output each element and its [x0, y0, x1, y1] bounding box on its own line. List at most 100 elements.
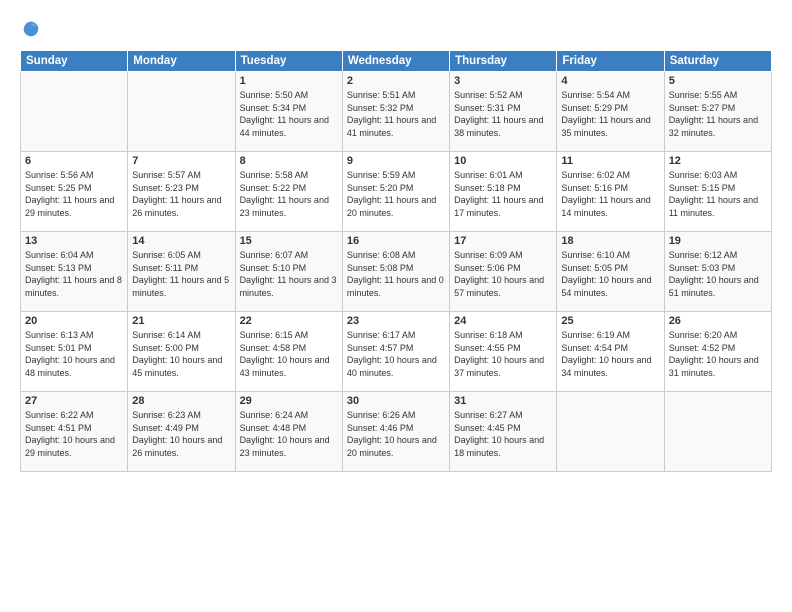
day-number: 4: [561, 75, 659, 87]
day-number: 12: [669, 155, 767, 167]
calendar-cell: 13 Sunrise: 6:04 AM Sunset: 5:13 PM Dayli…: [21, 232, 128, 312]
calendar-cell: 4 Sunrise: 5:54 AM Sunset: 5:29 PM Daylig…: [557, 72, 664, 152]
day-info: Sunrise: 6:15 AM Sunset: 4:58 PM Dayligh…: [240, 329, 338, 379]
day-info: Sunrise: 6:12 AM Sunset: 5:03 PM Dayligh…: [669, 249, 767, 299]
page-header: [20, 18, 772, 40]
weekday-header-tuesday: Tuesday: [235, 51, 342, 72]
calendar-week-1: 1Sunrise: 5:50 AM Sunset: 5:34 PM Daylig…: [21, 72, 772, 152]
calendar-cell: 2 Sunrise: 5:51 AM Sunset: 5:32 PM Daylig…: [342, 72, 449, 152]
calendar-cell: 28 Sunrise: 6:23 AM Sunset: 4:49 PM Dayli…: [128, 392, 235, 472]
calendar-header-row: SundayMondayTuesdayWednesdayThursdayFrid…: [21, 51, 772, 72]
day-info: Sunrise: 5:54 AM Sunset: 5:29 PM Dayligh…: [561, 89, 659, 139]
day-info: Sunrise: 6:04 AM Sunset: 5:13 PM Dayligh…: [25, 249, 123, 299]
day-number: 14: [132, 235, 230, 247]
day-number: 3: [454, 75, 552, 87]
day-info: Sunrise: 6:19 AM Sunset: 4:54 PM Dayligh…: [561, 329, 659, 379]
logo: [20, 18, 46, 40]
day-info: Sunrise: 6:13 AM Sunset: 5:01 PM Dayligh…: [25, 329, 123, 379]
calendar-cell: 15 Sunrise: 6:07 AM Sunset: 5:10 PM Dayli…: [235, 232, 342, 312]
day-info: Sunrise: 6:17 AM Sunset: 4:57 PM Dayligh…: [347, 329, 445, 379]
day-number: 11: [561, 155, 659, 167]
day-number: 17: [454, 235, 552, 247]
day-number: 7: [132, 155, 230, 167]
day-number: 5: [669, 75, 767, 87]
day-number: 28: [132, 395, 230, 407]
calendar-cell: 27Sunrise: 6:22 AM Sunset: 4:51 PM Dayli…: [21, 392, 128, 472]
day-number: 22: [240, 315, 338, 327]
day-info: Sunrise: 5:55 AM Sunset: 5:27 PM Dayligh…: [669, 89, 767, 139]
day-info: Sunrise: 6:23 AM Sunset: 4:49 PM Dayligh…: [132, 409, 230, 459]
day-info: Sunrise: 5:57 AM Sunset: 5:23 PM Dayligh…: [132, 169, 230, 219]
day-info: Sunrise: 6:08 AM Sunset: 5:08 PM Dayligh…: [347, 249, 445, 299]
day-info: Sunrise: 6:10 AM Sunset: 5:05 PM Dayligh…: [561, 249, 659, 299]
calendar-cell: 3 Sunrise: 5:52 AM Sunset: 5:31 PM Daylig…: [450, 72, 557, 152]
calendar-cell: 23 Sunrise: 6:17 AM Sunset: 4:57 PM Dayli…: [342, 312, 449, 392]
calendar-cell: 19Sunrise: 6:12 AM Sunset: 5:03 PM Dayli…: [664, 232, 771, 312]
calendar-table: SundayMondayTuesdayWednesdayThursdayFrid…: [20, 50, 772, 472]
calendar-cell: [664, 392, 771, 472]
day-info: Sunrise: 5:58 AM Sunset: 5:22 PM Dayligh…: [240, 169, 338, 219]
day-number: 2: [347, 75, 445, 87]
calendar-cell: 7 Sunrise: 5:57 AM Sunset: 5:23 PM Daylig…: [128, 152, 235, 232]
day-number: 10: [454, 155, 552, 167]
day-info: Sunrise: 6:14 AM Sunset: 5:00 PM Dayligh…: [132, 329, 230, 379]
day-info: Sunrise: 6:02 AM Sunset: 5:16 PM Dayligh…: [561, 169, 659, 219]
day-info: Sunrise: 6:09 AM Sunset: 5:06 PM Dayligh…: [454, 249, 552, 299]
day-info: Sunrise: 6:26 AM Sunset: 4:46 PM Dayligh…: [347, 409, 445, 459]
calendar-cell: 21 Sunrise: 6:14 AM Sunset: 5:00 PM Dayli…: [128, 312, 235, 392]
calendar-cell: 18Sunrise: 6:10 AM Sunset: 5:05 PM Dayli…: [557, 232, 664, 312]
day-number: 25: [561, 315, 659, 327]
day-info: Sunrise: 6:27 AM Sunset: 4:45 PM Dayligh…: [454, 409, 552, 459]
calendar-cell: 9 Sunrise: 5:59 AM Sunset: 5:20 PM Daylig…: [342, 152, 449, 232]
day-number: 1: [240, 75, 338, 87]
day-info: Sunrise: 6:03 AM Sunset: 5:15 PM Dayligh…: [669, 169, 767, 219]
day-info: Sunrise: 5:59 AM Sunset: 5:20 PM Dayligh…: [347, 169, 445, 219]
calendar-week-5: 27Sunrise: 6:22 AM Sunset: 4:51 PM Dayli…: [21, 392, 772, 472]
day-number: 16: [347, 235, 445, 247]
day-info: Sunrise: 5:52 AM Sunset: 5:31 PM Dayligh…: [454, 89, 552, 139]
day-info: Sunrise: 6:05 AM Sunset: 5:11 PM Dayligh…: [132, 249, 230, 299]
day-number: 6: [25, 155, 123, 167]
logo-icon: [20, 18, 42, 40]
calendar-cell: [128, 72, 235, 152]
day-number: 24: [454, 315, 552, 327]
calendar-cell: 20 Sunrise: 6:13 AM Sunset: 5:01 PM Dayli…: [21, 312, 128, 392]
calendar-cell: 6 Sunrise: 5:56 AM Sunset: 5:25 PM Daylig…: [21, 152, 128, 232]
day-info: Sunrise: 6:18 AM Sunset: 4:55 PM Dayligh…: [454, 329, 552, 379]
calendar-cell: 31 Sunrise: 6:27 AM Sunset: 4:45 PM Dayli…: [450, 392, 557, 472]
calendar-cell: 12 Sunrise: 6:03 AM Sunset: 5:15 PM Dayli…: [664, 152, 771, 232]
weekday-header-monday: Monday: [128, 51, 235, 72]
calendar-cell: 8 Sunrise: 5:58 AM Sunset: 5:22 PM Daylig…: [235, 152, 342, 232]
weekday-header-friday: Friday: [557, 51, 664, 72]
calendar-cell: 25 Sunrise: 6:19 AM Sunset: 4:54 PM Dayli…: [557, 312, 664, 392]
day-info: Sunrise: 6:24 AM Sunset: 4:48 PM Dayligh…: [240, 409, 338, 459]
calendar-cell: 24 Sunrise: 6:18 AM Sunset: 4:55 PM Dayli…: [450, 312, 557, 392]
day-number: 20: [25, 315, 123, 327]
calendar-week-3: 13 Sunrise: 6:04 AM Sunset: 5:13 PM Dayli…: [21, 232, 772, 312]
day-number: 8: [240, 155, 338, 167]
weekday-header-thursday: Thursday: [450, 51, 557, 72]
calendar-body: 1Sunrise: 5:50 AM Sunset: 5:34 PM Daylig…: [21, 72, 772, 472]
calendar-cell: 11 Sunrise: 6:02 AM Sunset: 5:16 PM Dayli…: [557, 152, 664, 232]
calendar-week-2: 6 Sunrise: 5:56 AM Sunset: 5:25 PM Daylig…: [21, 152, 772, 232]
day-number: 21: [132, 315, 230, 327]
calendar-cell: 5 Sunrise: 5:55 AM Sunset: 5:27 PM Daylig…: [664, 72, 771, 152]
day-number: 9: [347, 155, 445, 167]
weekday-header-sunday: Sunday: [21, 51, 128, 72]
day-number: 23: [347, 315, 445, 327]
calendar-cell: 22 Sunrise: 6:15 AM Sunset: 4:58 PM Dayli…: [235, 312, 342, 392]
day-info: Sunrise: 5:56 AM Sunset: 5:25 PM Dayligh…: [25, 169, 123, 219]
day-info: Sunrise: 6:22 AM Sunset: 4:51 PM Dayligh…: [25, 409, 123, 459]
calendar-cell: 30Sunrise: 6:26 AM Sunset: 4:46 PM Dayli…: [342, 392, 449, 472]
day-info: Sunrise: 5:51 AM Sunset: 5:32 PM Dayligh…: [347, 89, 445, 139]
day-info: Sunrise: 6:01 AM Sunset: 5:18 PM Dayligh…: [454, 169, 552, 219]
calendar-cell: [557, 392, 664, 472]
day-number: 31: [454, 395, 552, 407]
day-number: 15: [240, 235, 338, 247]
calendar-cell: [21, 72, 128, 152]
calendar-cell: 17 Sunrise: 6:09 AM Sunset: 5:06 PM Dayli…: [450, 232, 557, 312]
calendar-cell: 10 Sunrise: 6:01 AM Sunset: 5:18 PM Dayli…: [450, 152, 557, 232]
day-info: Sunrise: 6:07 AM Sunset: 5:10 PM Dayligh…: [240, 249, 338, 299]
day-number: 13: [25, 235, 123, 247]
calendar-cell: 1Sunrise: 5:50 AM Sunset: 5:34 PM Daylig…: [235, 72, 342, 152]
